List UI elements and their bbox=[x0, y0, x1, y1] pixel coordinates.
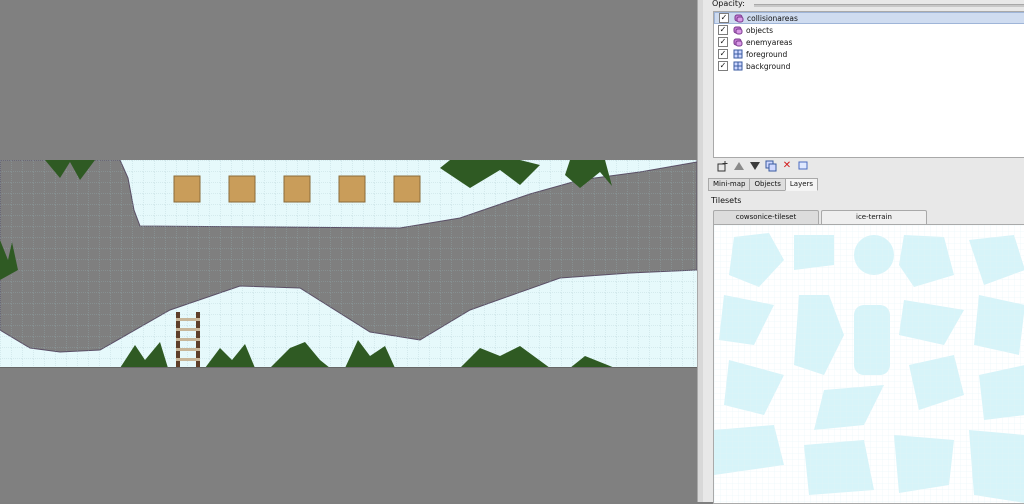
object-layer-icon bbox=[733, 37, 743, 47]
visibility-checkbox[interactable]: ✓ bbox=[719, 13, 729, 23]
layer-name: foreground bbox=[746, 49, 788, 59]
lower-layer-icon[interactable] bbox=[749, 160, 761, 172]
ladder bbox=[176, 312, 200, 368]
visibility-checkbox[interactable]: ✓ bbox=[718, 61, 728, 71]
opacity-label: Opacity: bbox=[712, 0, 745, 8]
layers-toolbar: ✕ bbox=[713, 156, 1024, 176]
add-layer-icon[interactable] bbox=[717, 160, 729, 172]
tab-cowsonice-tileset[interactable]: cowsonice-tileset bbox=[713, 210, 819, 225]
raise-layer-icon[interactable] bbox=[733, 160, 745, 172]
opacity-row: Opacity: bbox=[712, 0, 1024, 10]
tile-map[interactable] bbox=[0, 160, 697, 368]
right-dock: Opacity: ✓ collisionareas ✓ objects ✓ en… bbox=[703, 0, 1024, 504]
tab-mini-map[interactable]: Mini-map bbox=[708, 178, 751, 191]
tilesets-title: Tilesets bbox=[711, 196, 742, 205]
visibility-checkbox[interactable]: ✓ bbox=[718, 49, 728, 59]
object-layer-icon bbox=[733, 25, 743, 35]
layer-row-foreground[interactable]: ✓ foreground bbox=[714, 48, 1024, 60]
layer-name: objects bbox=[746, 25, 774, 35]
layer-row-objects[interactable]: ✓ objects bbox=[714, 24, 1024, 36]
layer-row-enemyareas[interactable]: ✓ enemyareas bbox=[714, 36, 1024, 48]
tileset-view[interactable] bbox=[713, 224, 1024, 504]
tile-layer-icon bbox=[733, 61, 743, 71]
tab-objects[interactable]: Objects bbox=[749, 178, 786, 191]
layer-properties-icon[interactable] bbox=[797, 160, 809, 172]
object-layer-icon bbox=[734, 13, 744, 23]
tab-layers[interactable]: Layers bbox=[784, 178, 819, 191]
dock-tabs: Mini-map Objects Layers bbox=[708, 178, 819, 191]
visibility-checkbox[interactable]: ✓ bbox=[718, 25, 728, 35]
tileset-tabs: cowsonice-tileset ice-terrain bbox=[713, 210, 929, 225]
tab-ice-terrain[interactable]: ice-terrain bbox=[821, 210, 927, 225]
layers-list[interactable]: ✓ collisionareas ✓ objects ✓ enemyareas … bbox=[713, 11, 1024, 158]
map-canvas[interactable] bbox=[0, 0, 697, 502]
tile-layer-icon bbox=[733, 49, 743, 59]
opacity-slider[interactable] bbox=[754, 4, 1024, 7]
delete-layer-icon[interactable]: ✕ bbox=[781, 160, 793, 172]
duplicate-layer-icon[interactable] bbox=[765, 160, 777, 172]
layer-name: enemyareas bbox=[746, 37, 793, 47]
visibility-checkbox[interactable]: ✓ bbox=[718, 37, 728, 47]
layer-row-collisionareas[interactable]: ✓ collisionareas bbox=[714, 12, 1024, 24]
layer-name: collisionareas bbox=[747, 13, 798, 23]
layer-name: background bbox=[746, 61, 791, 71]
layer-row-background[interactable]: ✓ background bbox=[714, 60, 1024, 72]
